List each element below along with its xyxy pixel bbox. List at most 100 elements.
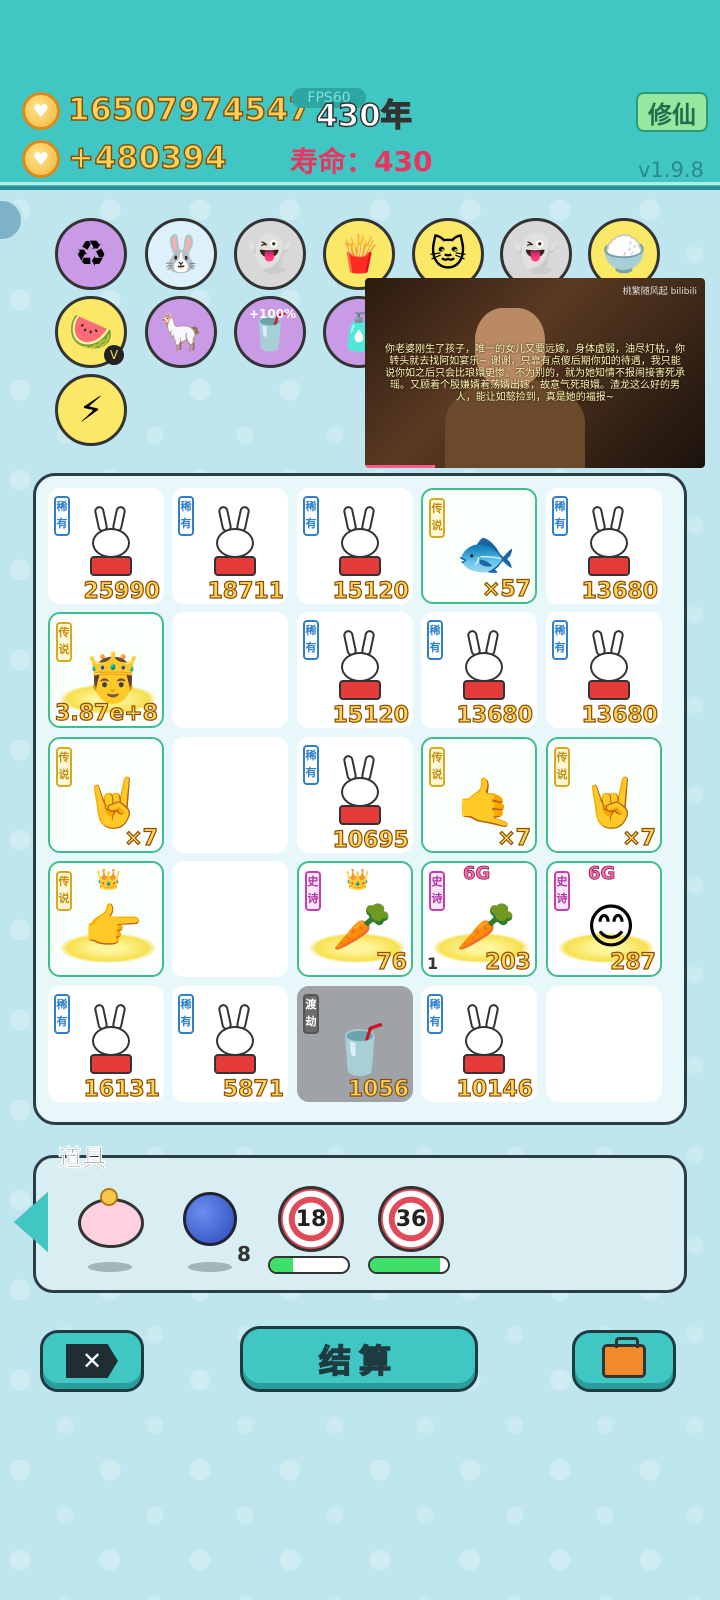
- props-left-arrow-icon[interactable]: [14, 1192, 48, 1252]
- year-counter: 430年: [315, 97, 412, 135]
- grid-cell[interactable]: 稀有 25990: [48, 488, 164, 605]
- briefcase-icon: [602, 1337, 646, 1378]
- grid-cell[interactable]: 🤴 传说 3.87e+8: [48, 612, 164, 728]
- grid-cell[interactable]: 🥤 渡劫 1056: [297, 986, 413, 1103]
- fruit-basket-icon[interactable]: 🍉 V: [55, 296, 127, 368]
- item-count: ×7: [497, 825, 532, 851]
- bunny-icon: [86, 1003, 136, 1084]
- grid-cell[interactable]: 😊 6G 史诗 287: [546, 861, 662, 977]
- video-progress-bar: [365, 465, 435, 468]
- grid-cell-empty[interactable]: [172, 612, 288, 728]
- bunny-icon: [459, 629, 509, 710]
- grid-cell[interactable]: 🥕 👑 史诗 76: [297, 861, 413, 977]
- bunny-icon: [335, 754, 385, 835]
- rarity-badge: 稀有: [303, 745, 319, 785]
- grid-cell[interactable]: 稀有 13680: [421, 612, 537, 729]
- item-count: 5871: [222, 1076, 284, 1102]
- piggy-coin-icon: [100, 1188, 118, 1206]
- item-count: 287: [609, 949, 656, 975]
- rarity-badge: 传说: [554, 747, 570, 787]
- target-36-progress-fill: [370, 1258, 441, 1272]
- close-icon: ✕: [66, 1344, 118, 1378]
- alpaca-icon[interactable]: 🦙: [145, 296, 217, 368]
- blueberry-count: 8: [237, 1242, 251, 1266]
- grid-cell[interactable]: 稀有 15120: [297, 612, 413, 729]
- item-icon: 🤘: [83, 775, 143, 831]
- version-label: v1.9.8: [638, 158, 704, 182]
- grid-cell[interactable]: 🤘 传说 ×7: [48, 737, 164, 853]
- target-18-progress-fill: [270, 1258, 294, 1272]
- bag-button[interactable]: [572, 1330, 676, 1392]
- level-number: 1: [427, 954, 439, 973]
- grid-cell[interactable]: 🐟 传说 ×57: [421, 488, 537, 604]
- item-count: ×7: [622, 825, 657, 851]
- item-icon: 😊: [585, 899, 637, 955]
- rarity-badge: 传说: [56, 871, 72, 911]
- rarity-badge: 稀有: [552, 496, 568, 536]
- rarity-badge: 稀有: [427, 620, 443, 660]
- close-button[interactable]: ✕: [40, 1330, 144, 1392]
- grid-cell[interactable]: 稀有 13680: [546, 488, 662, 605]
- lifespan-value: 430: [374, 145, 433, 178]
- rarity-badge: 稀有: [427, 994, 443, 1034]
- item-count: 13680: [581, 578, 659, 604]
- item-count: 15120: [332, 702, 410, 728]
- ghost-icon[interactable]: 👻: [234, 218, 306, 290]
- item-count: 25990: [83, 578, 161, 604]
- rarity-badge: 传说: [56, 747, 72, 787]
- coin-total: 16507974547: [67, 91, 311, 129]
- blueberry-shadow: [188, 1262, 232, 1272]
- rarity-badge: 传说: [429, 747, 445, 787]
- item-count: 3.87e+8: [54, 700, 158, 726]
- vip-badge: V: [104, 345, 124, 365]
- grid-cell-empty[interactable]: [172, 861, 288, 977]
- grid-cell-empty[interactable]: [172, 737, 288, 853]
- rarity-badge: 稀有: [178, 496, 194, 536]
- item-icon: 🥤: [330, 1022, 390, 1078]
- item-count: ×57: [481, 576, 531, 602]
- target-icon-36[interactable]: 36: [378, 1186, 444, 1252]
- grid-cell[interactable]: 稀有 10695: [297, 737, 413, 854]
- lightning-icon[interactable]: ⚡: [55, 374, 127, 446]
- bunny-icon: [86, 505, 136, 586]
- settle-button[interactable]: 结算: [240, 1326, 478, 1392]
- coin-icon: ♥: [22, 92, 60, 130]
- rarity-badge: 史诗: [429, 871, 445, 911]
- item-count: 203: [484, 949, 531, 975]
- bunny-icon[interactable]: 🐰: [145, 218, 217, 290]
- grid-cell[interactable]: 稀有 16131: [48, 986, 164, 1103]
- lifespan-label: 寿命：: [290, 145, 375, 178]
- rarity-badge: 传说: [56, 622, 72, 662]
- item-count: 10695: [332, 827, 410, 853]
- video-overlay[interactable]: 桃繁随风起 bilibili 你老婆刚生了孩子，唯一的女儿又要远嫁，身体虚弱，油…: [365, 278, 705, 468]
- grid-cell[interactable]: 稀有 5871: [172, 986, 288, 1103]
- item-count: 10146: [456, 1076, 534, 1102]
- grid-cell-empty[interactable]: [546, 986, 662, 1102]
- rarity-badge: 稀有: [54, 994, 70, 1034]
- grid-cell[interactable]: 稀有 13680: [546, 612, 662, 729]
- top-bar: ♥ 16507974547 ♥ +480394 FPS60 430年 寿命：43…: [0, 0, 720, 190]
- rarity-badge: 稀有: [54, 496, 70, 536]
- rarity-badge: 史诗: [554, 871, 570, 911]
- tag-6g: 6G: [588, 863, 616, 885]
- rarity-badge: 稀有: [178, 994, 194, 1034]
- drink-icon[interactable]: 🥤 +100%: [234, 296, 306, 368]
- grid-cell[interactable]: 稀有 10146: [421, 986, 537, 1103]
- grid-cell[interactable]: 🥕 6G 史诗 1 203: [421, 861, 537, 977]
- item-icon: 🤘: [581, 775, 641, 831]
- item-count: 15120: [332, 578, 410, 604]
- grid-cell[interactable]: 🤙 传说 ×7: [421, 737, 537, 853]
- blueberry-icon[interactable]: [183, 1192, 237, 1246]
- grid-cell[interactable]: 👉 👑 传说: [48, 861, 164, 977]
- target-icon-18[interactable]: 18: [278, 1186, 344, 1252]
- grid-cell[interactable]: 稀有 18711: [172, 488, 288, 605]
- rarity-badge: 稀有: [303, 620, 319, 660]
- grid-cell[interactable]: 🤘 传说 ×7: [546, 737, 662, 853]
- item-icon: 🤴: [83, 650, 143, 706]
- cultivate-button[interactable]: 修仙: [636, 92, 708, 132]
- video-logo: 桃繁随风起 bilibili: [622, 287, 697, 297]
- recycle-icon[interactable]: ♻: [55, 218, 127, 290]
- grid-cell[interactable]: 稀有 15120: [297, 488, 413, 605]
- bunny-icon: [459, 1003, 509, 1084]
- rarity-badge: 渡劫: [303, 994, 319, 1034]
